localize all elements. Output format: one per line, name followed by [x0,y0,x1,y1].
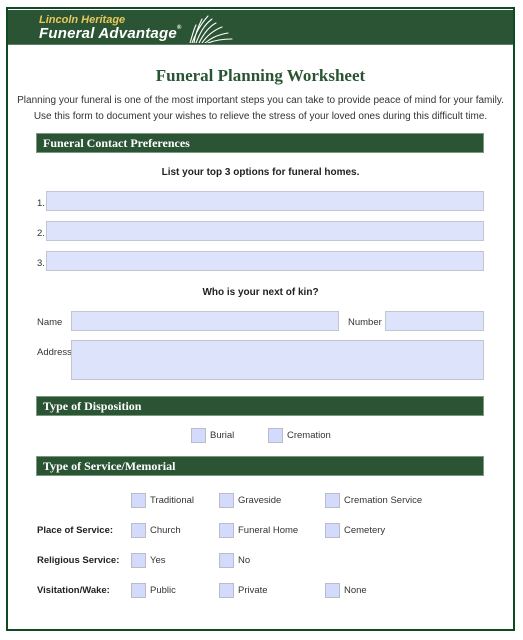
visitation-private-label: Private [238,585,268,596]
religious-yes-label: Yes [150,555,166,566]
funeral-home-3-input[interactable] [46,251,484,271]
traditional-checkbox[interactable] [131,493,146,508]
kin-name-input[interactable] [71,311,339,331]
kin-number-input[interactable] [385,311,484,331]
funeral-home-checkbox[interactable] [219,523,234,538]
section-title: Type of Disposition [43,399,142,413]
visitation-wake-label: Visitation/Wake: [37,585,110,596]
religious-no-label: No [238,555,251,566]
place-of-service-label: Place of Service: [37,525,114,536]
burial-checkbox[interactable] [191,428,206,443]
section-header-disposition: Type of Disposition [36,396,484,416]
funeral-home-label: Funeral Home [238,525,299,536]
burial-label: Burial [210,430,235,441]
cremation-service-checkbox[interactable] [325,493,340,508]
funeral-home-2-input[interactable] [46,221,484,241]
church-checkbox[interactable] [131,523,146,538]
kin-address-label: Address [37,347,72,358]
logo-line-2: Funeral Advantage® [39,25,182,42]
visitation-none-label: None [344,585,367,596]
religious-yes-checkbox[interactable] [131,553,146,568]
cremation-label: Cremation [287,430,331,441]
visitation-public-checkbox[interactable] [131,583,146,598]
section-title: Type of Service/Memorial [43,459,176,473]
graveside-checkbox[interactable] [219,493,234,508]
visitation-private-checkbox[interactable] [219,583,234,598]
section-title: Funeral Contact Preferences [43,136,190,150]
intro-line-2: Use this form to document your wishes to… [33,111,488,122]
traditional-label: Traditional [150,495,195,506]
funeral-home-1-input[interactable] [46,191,484,211]
religious-no-checkbox[interactable] [219,553,234,568]
religious-service-label: Religious Service: [37,555,120,566]
church-label: Church [150,525,181,536]
section-header-contact: Funeral Contact Preferences [36,133,484,153]
cemetery-checkbox[interactable] [325,523,340,538]
visitation-public-label: Public [150,585,176,596]
kin-address-input[interactable] [71,340,484,380]
graveside-label: Graveside [238,495,282,506]
cemetery-label: Cemetery [344,525,386,536]
section-header-service: Type of Service/Memorial [36,456,484,476]
cremation-checkbox[interactable] [268,428,283,443]
home-3-label: 3. [37,258,45,269]
grass-logo-icon [189,15,233,43]
cremation-service-label: Cremation Service [344,495,423,506]
funeral-homes-prompt: List your top 3 options for funeral home… [161,167,360,178]
home-2-label: 2. [37,228,45,239]
registered-mark: ® [176,25,182,31]
visitation-none-checkbox[interactable] [325,583,340,598]
kin-number-label: Number [348,317,382,328]
worksheet-page: Lincoln Heritage Funeral Advantage® Fune… [6,7,515,631]
kin-name-label: Name [37,317,63,328]
brand-header: Lincoln Heritage Funeral Advantage® [8,10,513,45]
next-of-kin-prompt: Who is your next of kin? [202,287,319,298]
intro-text: Planning your funeral is one of the most… [8,93,513,125]
page-title: Funeral Planning Worksheet [155,66,366,85]
intro-line-1: Planning your funeral is one of the most… [17,95,504,106]
logo-wordmark: Funeral Advantage [39,25,177,42]
home-1-label: 1. [37,198,45,209]
